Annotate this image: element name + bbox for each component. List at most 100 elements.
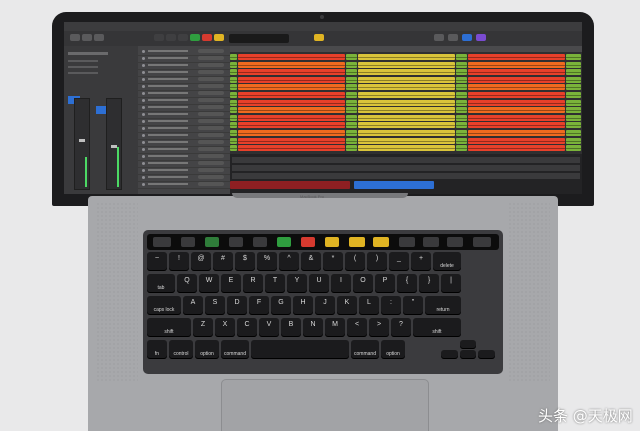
- record-button[interactable]: [202, 34, 212, 41]
- audio-region[interactable]: [230, 114, 237, 121]
- track-controls[interactable]: [198, 161, 224, 165]
- audio-region[interactable]: [230, 61, 237, 68]
- audio-region[interactable]: [238, 122, 345, 129]
- track-controls[interactable]: [198, 119, 224, 123]
- key[interactable]: @: [191, 252, 211, 271]
- volume-fader[interactable]: [79, 139, 85, 142]
- key[interactable]: #: [213, 252, 233, 271]
- key[interactable]: U: [309, 274, 329, 293]
- audio-region[interactable]: [346, 61, 357, 68]
- record-button[interactable]: [301, 237, 315, 247]
- audio-region[interactable]: [566, 122, 581, 129]
- key[interactable]: F: [249, 296, 269, 315]
- arrow-key[interactable]: [478, 350, 495, 359]
- audio-region[interactable]: [346, 69, 357, 76]
- key[interactable]: J: [315, 296, 335, 315]
- audio-region[interactable]: [566, 92, 581, 98]
- audio-region[interactable]: [230, 122, 237, 129]
- key[interactable]: >: [369, 318, 389, 337]
- browser-button[interactable]: [462, 34, 472, 41]
- key[interactable]: ): [367, 252, 387, 271]
- audio-region[interactable]: [230, 92, 237, 98]
- key[interactable]: +: [411, 252, 431, 271]
- audio-region[interactable]: [230, 145, 237, 152]
- track-controls[interactable]: [198, 70, 224, 74]
- key[interactable]: return: [425, 296, 461, 315]
- audio-region[interactable]: [456, 84, 467, 91]
- key[interactable]: N: [303, 318, 323, 337]
- audio-region[interactable]: [358, 99, 455, 106]
- audio-region[interactable]: [346, 54, 357, 60]
- audio-region[interactable]: [468, 54, 565, 60]
- audio-region[interactable]: [238, 137, 345, 144]
- key[interactable]: ": [403, 296, 423, 315]
- key[interactable]: shift: [413, 318, 461, 337]
- audio-region[interactable]: [346, 114, 357, 121]
- track-controls[interactable]: [198, 84, 224, 88]
- brightness-button[interactable]: [399, 237, 415, 247]
- key[interactable]: B: [281, 318, 301, 337]
- audio-region[interactable]: [358, 69, 455, 76]
- key[interactable]: delete: [433, 252, 461, 271]
- audio-region[interactable]: [456, 145, 467, 152]
- audio-region[interactable]: [566, 145, 581, 152]
- audio-region[interactable]: [468, 122, 565, 129]
- audio-region[interactable]: [230, 107, 237, 114]
- audio-region[interactable]: [358, 107, 455, 114]
- track-controls[interactable]: [198, 112, 224, 116]
- audio-region[interactable]: [566, 54, 581, 60]
- key[interactable]: P: [375, 274, 395, 293]
- track-controls[interactable]: [198, 77, 224, 81]
- play-button[interactable]: [277, 237, 291, 247]
- key[interactable]: K: [337, 296, 357, 315]
- track-controls[interactable]: [198, 182, 224, 186]
- audio-region[interactable]: [346, 99, 357, 106]
- audio-region[interactable]: [230, 69, 237, 76]
- key[interactable]: !: [169, 252, 189, 271]
- metronome-button[interactable]: [314, 34, 324, 41]
- audio-region[interactable]: [456, 92, 467, 98]
- key[interactable]: <: [347, 318, 367, 337]
- audio-region[interactable]: [346, 137, 357, 144]
- key[interactable]: [251, 340, 349, 359]
- track-controls[interactable]: [198, 147, 224, 151]
- audio-region[interactable]: [358, 114, 455, 121]
- audio-region[interactable]: [238, 99, 345, 106]
- forward-button[interactable]: [166, 34, 176, 41]
- cycle-button[interactable]: [229, 237, 243, 247]
- toolbar-button[interactable]: [94, 34, 104, 41]
- audio-region[interactable]: [566, 61, 581, 68]
- audio-region[interactable]: [238, 92, 345, 98]
- audio-region[interactable]: [566, 99, 581, 106]
- selected-region[interactable]: [354, 181, 434, 189]
- audio-region[interactable]: [230, 76, 237, 83]
- audio-region[interactable]: [456, 122, 467, 129]
- arrow-key[interactable]: [441, 350, 458, 359]
- audio-region[interactable]: [456, 99, 467, 106]
- stop-button[interactable]: [178, 34, 188, 41]
- audio-region[interactable]: [468, 61, 565, 68]
- key[interactable]: &: [301, 252, 321, 271]
- audio-region[interactable]: [230, 99, 237, 106]
- play-button[interactable]: [190, 34, 200, 41]
- track-controls[interactable]: [198, 168, 224, 172]
- rewind-button[interactable]: [154, 34, 164, 41]
- key[interactable]: %: [257, 252, 277, 271]
- audio-region[interactable]: [358, 61, 455, 68]
- trackpad[interactable]: [221, 379, 429, 431]
- key[interactable]: M: [325, 318, 345, 337]
- key[interactable]: Q: [177, 274, 197, 293]
- esc-key[interactable]: [153, 237, 171, 247]
- audio-region[interactable]: [456, 107, 467, 114]
- audio-region[interactable]: [456, 137, 467, 144]
- key[interactable]: C: [237, 318, 257, 337]
- audio-region[interactable]: [468, 92, 565, 98]
- audio-region[interactable]: [566, 107, 581, 114]
- mute-button[interactable]: [349, 237, 365, 247]
- key[interactable]: G: [271, 296, 291, 315]
- audio-region[interactable]: [468, 99, 565, 106]
- audio-region[interactable]: [468, 69, 565, 76]
- key[interactable]: }: [419, 274, 439, 293]
- audio-region[interactable]: [456, 130, 467, 136]
- audio-region[interactable]: [468, 137, 565, 144]
